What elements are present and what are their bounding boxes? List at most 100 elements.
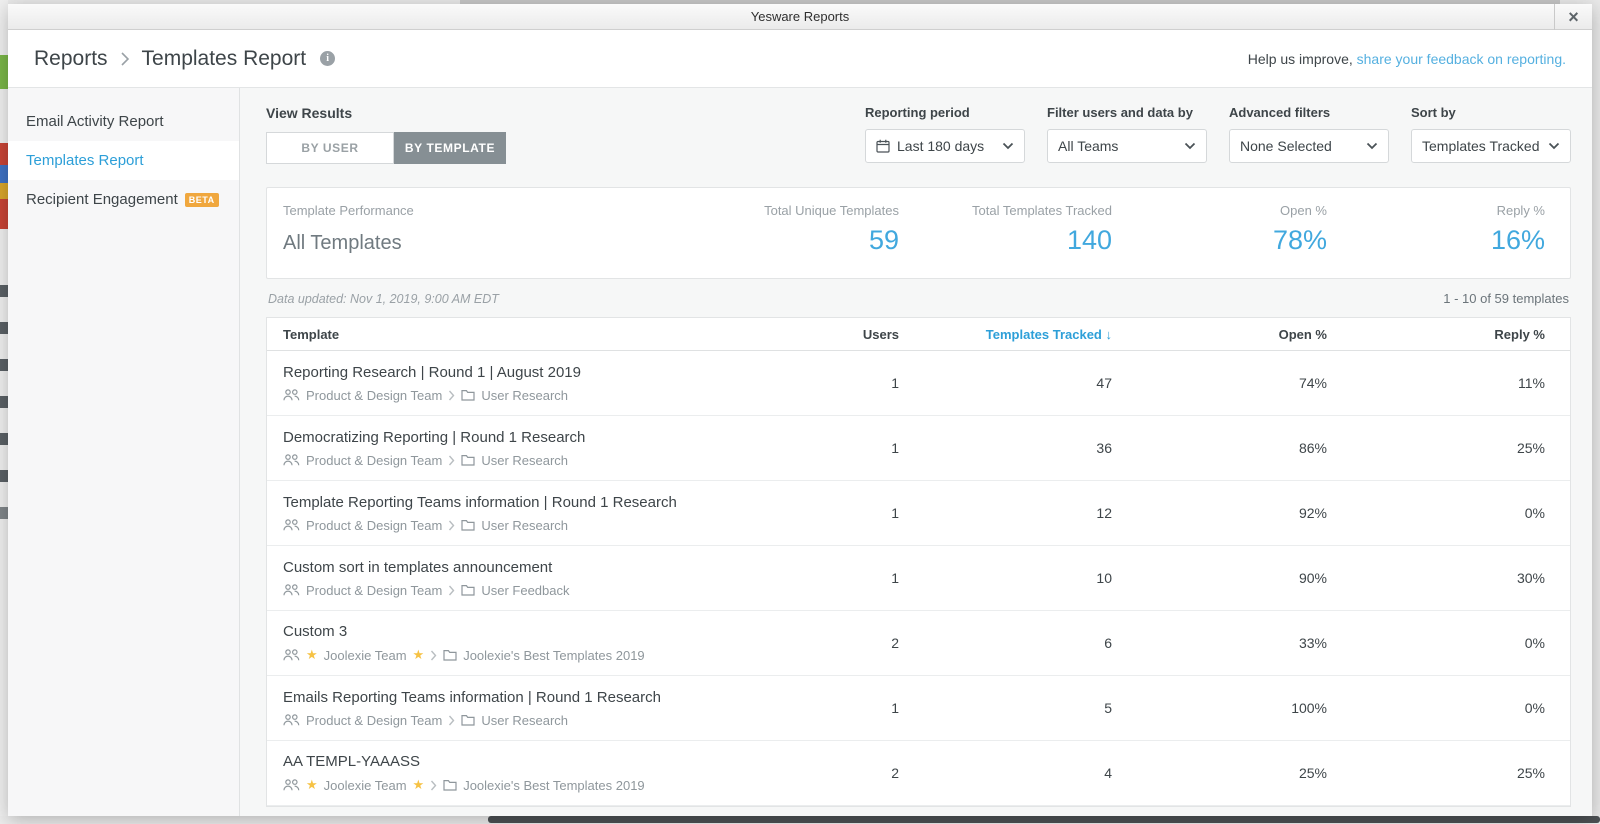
page-title: Templates Report xyxy=(142,47,307,71)
tracked-value: 5 xyxy=(899,700,1112,716)
sidebar-item-label: Templates Report xyxy=(26,152,144,169)
filter-label: Advanced filters xyxy=(1229,105,1389,120)
col-open-pct[interactable]: Open % xyxy=(1112,327,1327,342)
folder-label[interactable]: Joolexie's Best Templates 2019 xyxy=(463,648,644,663)
table-row[interactable]: Emails Reporting Teams information | Rou… xyxy=(267,676,1570,741)
template-location: Product & Design Team User Research xyxy=(283,518,809,533)
sidebar-item-templates-report[interactable]: Templates Report xyxy=(8,141,239,180)
reply-pct-value: 0% xyxy=(1327,700,1545,716)
chevron-down-icon xyxy=(1366,142,1378,150)
template-name: Template Reporting Teams information | R… xyxy=(283,494,809,511)
feedback-text: Help us improve, xyxy=(1248,51,1353,67)
users-value: 1 xyxy=(809,570,899,586)
stat-label: Open % xyxy=(1112,203,1327,218)
background-page-edge xyxy=(0,0,8,824)
folder-label[interactable]: Joolexie's Best Templates 2019 xyxy=(463,778,644,793)
folder-label[interactable]: User Research xyxy=(481,453,568,468)
folder-icon xyxy=(461,454,475,466)
team-label[interactable]: Product & Design Team xyxy=(306,453,442,468)
template-name: Custom 3 xyxy=(283,623,809,640)
team-icon xyxy=(283,714,300,726)
stat-reply-pct: Reply % 16% xyxy=(1327,203,1545,278)
feedback-link[interactable]: share your feedback on reporting. xyxy=(1357,51,1566,67)
team-label[interactable]: Joolexie Team xyxy=(324,778,407,793)
team-label[interactable]: Product & Design Team xyxy=(306,518,442,533)
stat-total-unique-templates: Total Unique Templates 59 xyxy=(729,203,899,278)
team-icon xyxy=(283,584,300,596)
reporting-period-select[interactable]: Last 180 days xyxy=(865,129,1025,163)
sort-by-select[interactable]: Templates Tracked xyxy=(1411,129,1571,163)
close-icon[interactable]: × xyxy=(1554,4,1592,30)
col-reply-pct[interactable]: Reply % xyxy=(1327,327,1545,342)
table-row[interactable]: Custom 3 ★ Joolexie Team ★ Joolexie's Best… xyxy=(267,611,1570,676)
folder-label[interactable]: User Feedback xyxy=(481,583,569,598)
col-templates-tracked[interactable]: Templates Tracked ↓ xyxy=(899,327,1112,342)
background-icon-fragment xyxy=(0,183,8,199)
table-row[interactable]: Template Reporting Teams information | R… xyxy=(267,481,1570,546)
background-icon-fragment xyxy=(0,199,8,229)
open-pct-value: 90% xyxy=(1112,570,1327,586)
select-value: None Selected xyxy=(1240,138,1359,154)
sidebar-item-label: Recipient Engagement xyxy=(26,191,178,208)
folder-label[interactable]: User Research xyxy=(481,713,568,728)
table-row[interactable]: Democratizing Reporting | Round 1 Resear… xyxy=(267,416,1570,481)
by-user-toggle[interactable]: BY USER xyxy=(266,132,394,164)
background-icon-fragment xyxy=(0,285,8,297)
stat-open-pct: Open % 78% xyxy=(1112,203,1327,278)
teams-select[interactable]: All Teams xyxy=(1047,129,1207,163)
template-name: Emails Reporting Teams information | Rou… xyxy=(283,689,809,706)
folder-label[interactable]: User Research xyxy=(481,518,568,533)
sidebar-item-recipient-engagement[interactable]: Recipient Engagement BETA xyxy=(8,180,239,219)
filter-users-data: Filter users and data by All Teams xyxy=(1047,105,1207,163)
users-value: 1 xyxy=(809,505,899,521)
select-value: Last 180 days xyxy=(897,138,995,154)
reply-pct-value: 0% xyxy=(1327,635,1545,651)
tracked-value: 4 xyxy=(899,765,1112,781)
background-icon-fragment xyxy=(0,322,8,334)
advanced-filters-select[interactable]: None Selected xyxy=(1229,129,1389,163)
background-icon-fragment xyxy=(0,507,8,519)
beta-badge: BETA xyxy=(185,193,219,207)
template-location: ★ Joolexie Team ★ Joolexie's Best Template… xyxy=(283,647,809,663)
stat-value: 140 xyxy=(899,225,1112,256)
window-titlebar: Yesware Reports × xyxy=(8,4,1592,30)
star-icon: ★ xyxy=(413,647,425,663)
open-pct-value: 74% xyxy=(1112,375,1327,391)
by-template-toggle[interactable]: BY TEMPLATE xyxy=(394,132,506,164)
template-name: Custom sort in templates announcement xyxy=(283,559,809,576)
template-name: AA TEMPL-YAAASS xyxy=(283,753,809,770)
open-pct-value: 86% xyxy=(1112,440,1327,456)
stat-value: 78% xyxy=(1112,225,1327,256)
team-label[interactable]: Product & Design Team xyxy=(306,713,442,728)
reply-pct-value: 11% xyxy=(1327,375,1545,391)
star-icon: ★ xyxy=(306,647,318,663)
chevron-right-icon xyxy=(120,51,130,67)
background-icon-fragment xyxy=(0,470,8,482)
chevron-right-icon xyxy=(448,585,455,596)
horizontal-scrollbar[interactable] xyxy=(488,816,1600,823)
table-row[interactable]: Custom sort in templates announcement Pr… xyxy=(267,546,1570,611)
table-row[interactable]: Reporting Research | Round 1 | August 20… xyxy=(267,351,1570,416)
folder-icon xyxy=(461,389,475,401)
template-location: Product & Design Team User Research xyxy=(283,713,809,728)
users-value: 1 xyxy=(809,440,899,456)
sidebar-item-email-activity[interactable]: Email Activity Report xyxy=(8,102,239,141)
team-label[interactable]: Product & Design Team xyxy=(306,388,442,403)
background-page-bottom xyxy=(0,816,1600,824)
stat-value: 16% xyxy=(1327,225,1545,256)
filter-sort-by: Sort by Templates Tracked xyxy=(1411,105,1571,163)
table-row[interactable]: AA TEMPL-YAAASS ★Joolexie Team★ Joolexie… xyxy=(267,741,1570,806)
template-location: Product & Design Team User Research xyxy=(283,453,809,468)
stat-total-templates-tracked: Total Templates Tracked 140 xyxy=(899,203,1112,278)
background-icon-fragment xyxy=(0,143,8,165)
folder-label[interactable]: User Research xyxy=(481,388,568,403)
breadcrumb: Reports Templates Report i xyxy=(34,47,335,71)
card-scope: All Templates xyxy=(283,232,729,255)
background-icon-fragment xyxy=(0,433,8,445)
star-icon: ★ xyxy=(413,777,425,793)
col-users[interactable]: Users xyxy=(809,327,899,342)
breadcrumb-reports[interactable]: Reports xyxy=(34,47,108,71)
team-label[interactable]: Joolexie Team xyxy=(324,648,407,663)
team-label[interactable]: Product & Design Team xyxy=(306,583,442,598)
info-icon[interactable]: i xyxy=(320,51,335,66)
